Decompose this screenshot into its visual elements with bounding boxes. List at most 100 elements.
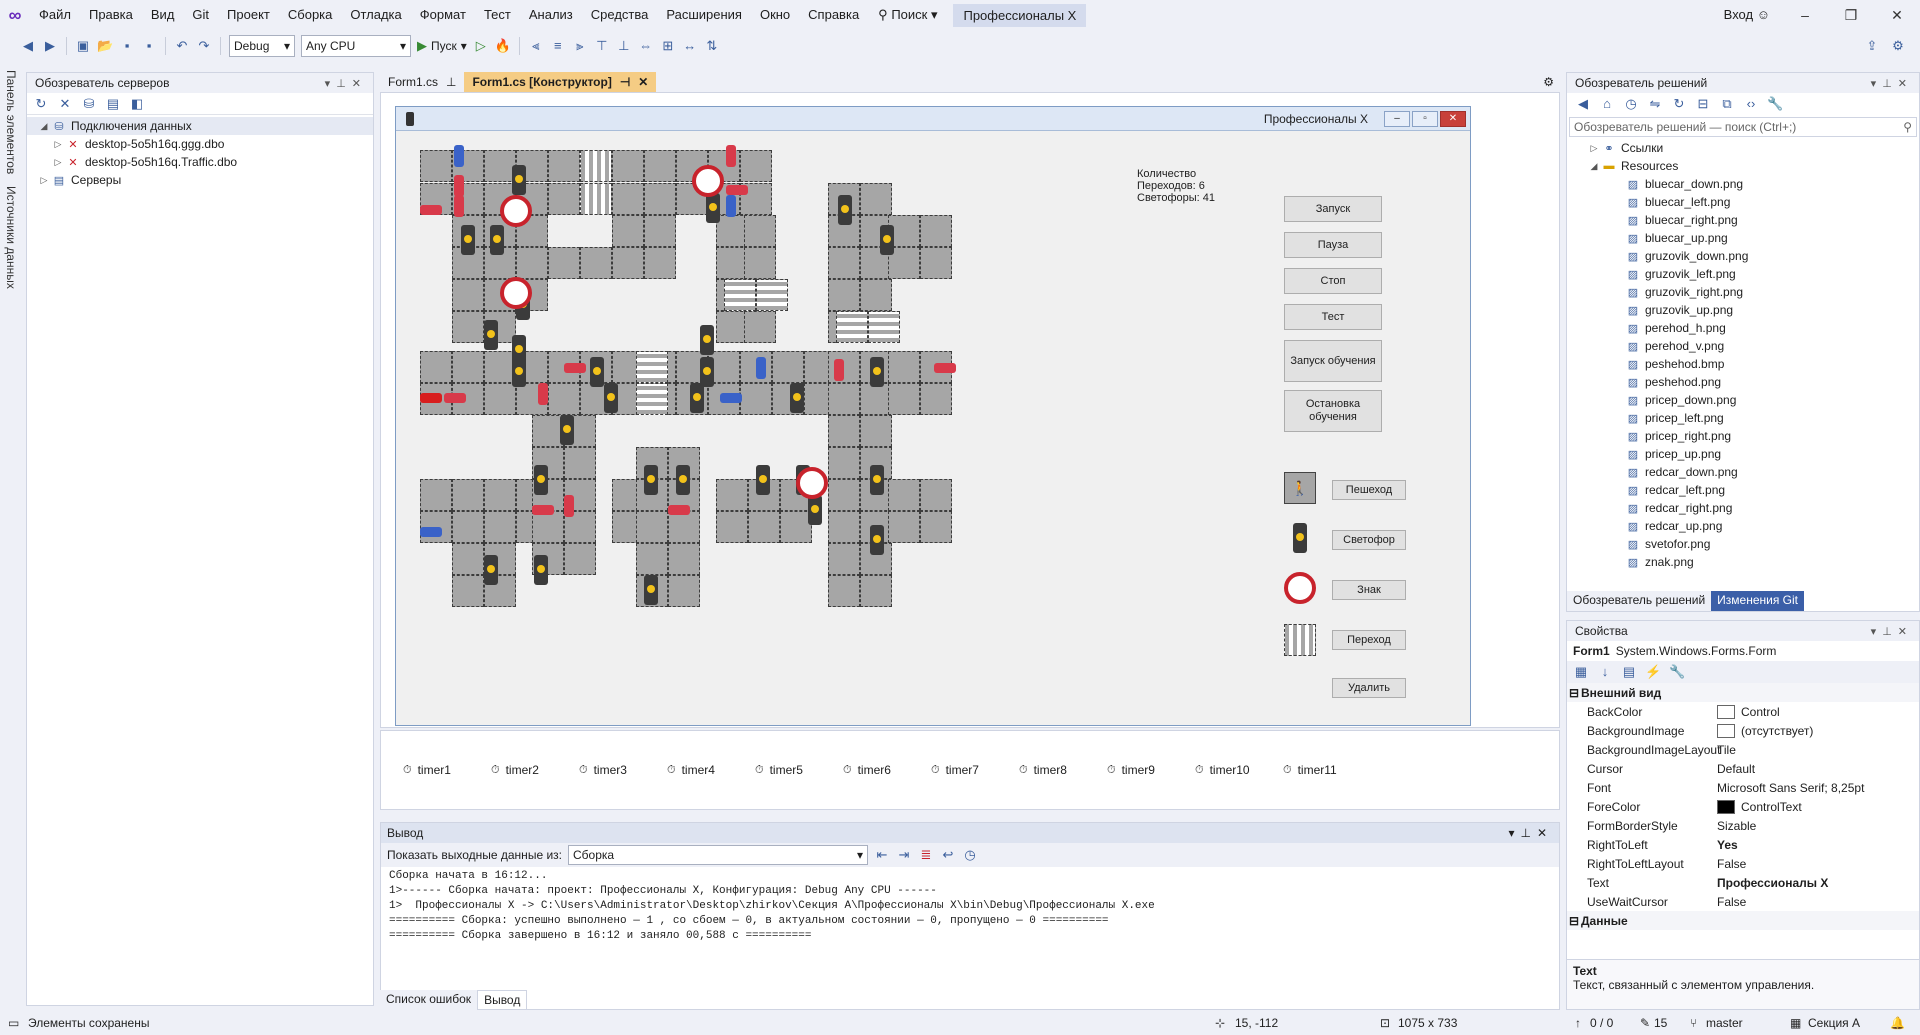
- start-without-debug-icon[interactable]: ▷: [473, 38, 489, 54]
- alphabetical-icon[interactable]: ↓: [1597, 664, 1613, 680]
- undo-icon[interactable]: ↶: [174, 38, 190, 54]
- menu-item[interactable]: Анализ: [520, 0, 582, 30]
- timer-component[interactable]: ⏱ timer3: [579, 763, 667, 777]
- menu-item[interactable]: Окно: [751, 0, 799, 30]
- traffic-light-button[interactable]: Светофор: [1332, 530, 1406, 550]
- data-sources-tab[interactable]: Источники данных: [4, 186, 18, 289]
- timer-component[interactable]: ⏱ timer8: [1019, 763, 1107, 777]
- save-all-icon[interactable]: ▪: [141, 38, 157, 54]
- solution-tree-item[interactable]: ▨ perehod_v.png: [1567, 337, 1919, 355]
- restore-icon[interactable]: ❐: [1828, 0, 1874, 30]
- solution-tree-item[interactable]: ▨ gruzovik_up.png: [1567, 301, 1919, 319]
- menu-item[interactable]: Файл: [30, 0, 80, 30]
- sign-button[interactable]: Знак: [1332, 580, 1406, 600]
- notifications-icon[interactable]: 🔔: [1890, 1016, 1905, 1030]
- traffic-light-palette-icon[interactable]: [1284, 522, 1316, 554]
- tab-settings-icon[interactable]: ⚙: [1543, 75, 1560, 89]
- property-pages-icon[interactable]: 🔧: [1669, 664, 1685, 680]
- property-value[interactable]: False: [1717, 895, 1746, 909]
- crosswalk-icon[interactable]: [1284, 624, 1316, 656]
- platform-select[interactable]: Any CPU ▾: [301, 35, 411, 57]
- align-top-icon[interactable]: ⊤: [594, 38, 610, 54]
- configuration-select[interactable]: Debug ▾: [229, 35, 295, 57]
- changes-count[interactable]: 15: [1654, 1016, 1667, 1030]
- redo-icon[interactable]: ↷: [196, 38, 212, 54]
- open-icon[interactable]: 📂: [97, 38, 113, 54]
- menu-item[interactable]: Средства: [582, 0, 658, 30]
- visual-studio-logo-icon[interactable]: ∞: [0, 0, 30, 30]
- word-wrap-icon[interactable]: ↩: [940, 847, 956, 863]
- property-row[interactable]: BackgroundImage (отсутствует): [1567, 721, 1919, 740]
- panel-controls[interactable]: ▾⊥✕: [325, 77, 373, 90]
- align-center-icon[interactable]: ≡: [550, 38, 566, 54]
- expand-icon[interactable]: ◢: [37, 121, 51, 132]
- pedestrian-icon[interactable]: 🚶: [1284, 472, 1316, 504]
- category-data[interactable]: ⊟ Данные: [1567, 911, 1919, 930]
- tab-error-list[interactable]: Список ошибок: [380, 990, 478, 1010]
- category-appearance[interactable]: ⊟ Внешний вид: [1567, 683, 1919, 702]
- solution-tree-item[interactable]: ▨ gruzovik_down.png: [1567, 247, 1919, 265]
- new-project-icon[interactable]: ▣: [75, 38, 91, 54]
- server-tree-item[interactable]: ▷ ▤ Серверы: [27, 171, 373, 189]
- tab-form1-cs[interactable]: Form1.cs ⊥: [380, 72, 464, 92]
- expand-icon[interactable]: ◢: [1587, 161, 1601, 172]
- next-message-icon[interactable]: ⇥: [896, 847, 912, 863]
- solution-tree-item[interactable]: ▨ gruzovik_right.png: [1567, 283, 1919, 301]
- solution-tree-item[interactable]: ▨ pricep_up.png: [1567, 445, 1919, 463]
- pause-button[interactable]: Пауза: [1284, 232, 1382, 258]
- prev-message-icon[interactable]: ⇤: [874, 847, 890, 863]
- pencil-icon[interactable]: ✎: [1640, 1016, 1650, 1030]
- properties-icon[interactable]: 🔧: [1767, 96, 1783, 112]
- solution-tree-item[interactable]: ▨ gruzovik_left.png: [1567, 265, 1919, 283]
- property-value[interactable]: Tile: [1717, 743, 1736, 757]
- solution-tree-item[interactable]: ▨ znak.png: [1567, 553, 1919, 571]
- property-value[interactable]: Профессионалы X: [1717, 876, 1828, 890]
- property-row[interactable]: RightToLeft Yes: [1567, 835, 1919, 854]
- menu-item[interactable]: Правка: [80, 0, 142, 30]
- property-row[interactable]: BackColor Control: [1567, 702, 1919, 721]
- active-project-badge[interactable]: Профессионалы X: [953, 3, 1087, 27]
- toolbox-tab[interactable]: Панель элементов: [4, 70, 18, 174]
- share-icon[interactable]: ⇪: [1864, 38, 1880, 54]
- order-icon[interactable]: ⇅: [704, 38, 720, 54]
- tab-git-changes[interactable]: Изменения Git: [1711, 591, 1805, 611]
- timer-component[interactable]: ⏱ timer6: [843, 763, 931, 777]
- stop-icon[interactable]: ✕: [57, 96, 73, 112]
- timer-component[interactable]: ⏱ timer1: [403, 763, 491, 777]
- solution-search-input[interactable]: Обозреватель решений — поиск (Ctrl+;) ⚲: [1569, 117, 1917, 137]
- panel-controls[interactable]: ▾⊥✕: [1508, 826, 1553, 840]
- property-value[interactable]: Yes: [1717, 838, 1738, 852]
- back-icon[interactable]: ◀: [20, 38, 36, 54]
- solution-tree-item[interactable]: ▨ pricep_left.png: [1567, 409, 1919, 427]
- expand-icon[interactable]: ▷: [51, 139, 65, 150]
- solution-tree-item[interactable]: ▨ bluecar_up.png: [1567, 229, 1919, 247]
- pin-icon[interactable]: ⊥: [446, 75, 456, 89]
- close-icon[interactable]: ✕: [1874, 0, 1920, 30]
- expand-icon[interactable]: ▷: [51, 157, 65, 168]
- git-repo[interactable]: Секция A: [1808, 1016, 1860, 1030]
- clear-all-icon[interactable]: ≣: [918, 847, 934, 863]
- timer-component[interactable]: ⏱ timer7: [931, 763, 1019, 777]
- back-icon[interactable]: ◀: [1575, 96, 1591, 112]
- settings-icon[interactable]: ⚙: [1890, 38, 1906, 54]
- start-sim-button[interactable]: Запуск: [1284, 196, 1382, 222]
- solution-tree-item[interactable]: ▨ peshehod.png: [1567, 373, 1919, 391]
- crosswalk-button[interactable]: Переход: [1332, 630, 1406, 650]
- test-button[interactable]: Тест: [1284, 304, 1382, 330]
- menu-item[interactable]: Отладка: [341, 0, 410, 30]
- property-value[interactable]: ControlText: [1741, 800, 1802, 814]
- solution-tree-item[interactable]: ▨ peshehod.bmp: [1567, 355, 1919, 373]
- solution-tree-item[interactable]: ▨ bluecar_down.png: [1567, 175, 1919, 193]
- categorized-icon[interactable]: ▦: [1573, 664, 1589, 680]
- signin-button[interactable]: Вход ☺: [1724, 0, 1770, 30]
- minimize-icon[interactable]: –: [1782, 0, 1828, 30]
- property-value[interactable]: Microsoft Sans Serif; 8,25pt: [1717, 781, 1864, 795]
- errors-count[interactable]: 0 / 0: [1590, 1016, 1613, 1030]
- menu-item[interactable]: Справка: [799, 0, 868, 30]
- property-row[interactable]: Text Профессионалы X: [1567, 873, 1919, 892]
- pin-icon[interactable]: ⊣: [620, 75, 630, 89]
- delete-button[interactable]: Удалить: [1332, 678, 1406, 698]
- refresh-icon[interactable]: ↻: [1671, 96, 1687, 112]
- show-all-files-icon[interactable]: ⧉: [1719, 96, 1735, 112]
- solution-tree-item[interactable]: ▨ perehod_h.png: [1567, 319, 1919, 337]
